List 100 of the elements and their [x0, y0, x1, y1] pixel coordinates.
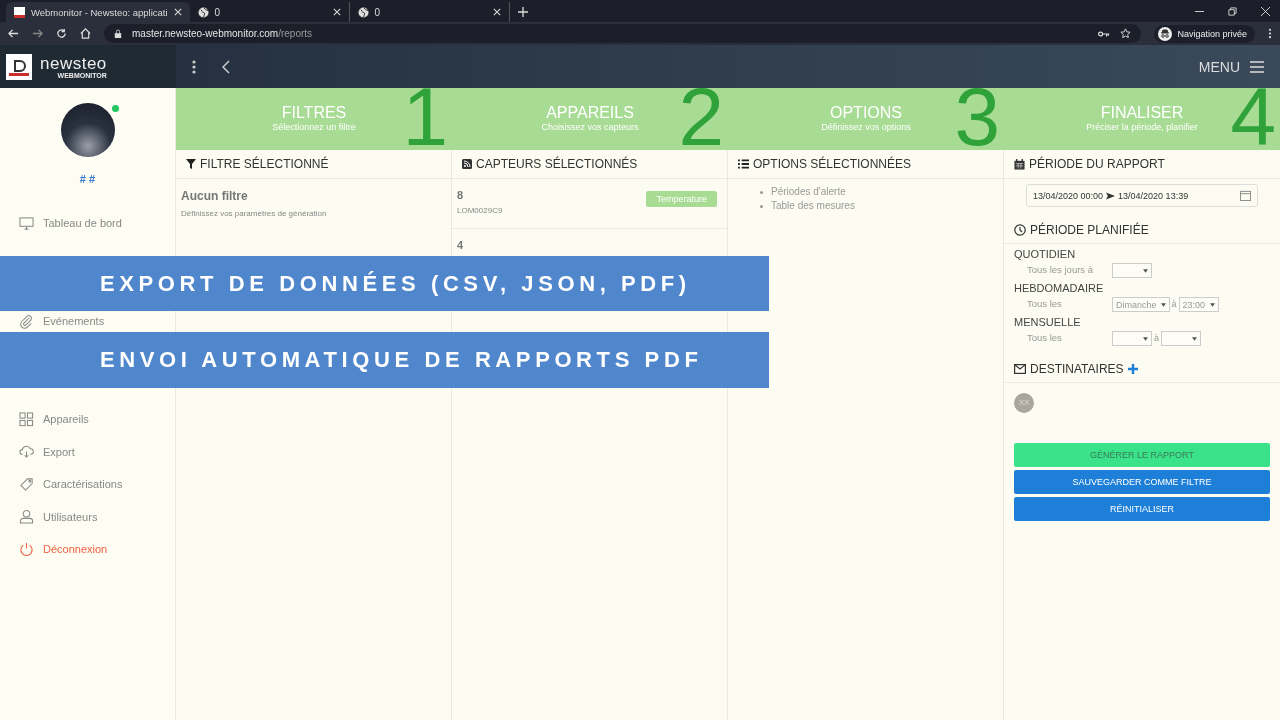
step-subtitle: Définissez vos options: [821, 122, 911, 132]
avatar: [60, 103, 115, 157]
sidebar-item[interactable]: Export: [0, 441, 175, 462]
new-tab-icon[interactable]: [517, 7, 528, 17]
dropdown[interactable]: Dimanche: [1112, 297, 1170, 312]
address-field[interactable]: master.newsteo-webmonitor.com/reports: [104, 24, 1142, 43]
sidebar-item[interactable]: Evénements: [0, 311, 175, 331]
user-name: # #: [78, 173, 97, 185]
sensor-name: 4: [457, 239, 464, 251]
logo-icon: [6, 53, 32, 80]
incognito-icon: [1158, 26, 1173, 41]
forward-icon[interactable]: [32, 28, 43, 39]
key-icon[interactable]: [1098, 29, 1111, 38]
step-number: 3: [954, 88, 1000, 150]
home-icon[interactable]: [80, 28, 91, 39]
step-title: FINALISER: [1100, 104, 1184, 122]
step-number: 2: [678, 88, 724, 150]
sidebar-item[interactable]: Déconnexion: [0, 539, 175, 559]
private-browsing-badge[interactable]: Navigation privée: [1154, 24, 1255, 43]
close-tab-icon[interactable]: [332, 8, 341, 16]
filter-name: Aucun filtre: [181, 189, 249, 203]
site-favicon-icon: [14, 6, 25, 18]
kebab-menu-icon[interactable]: [192, 59, 196, 74]
schedule-label: Tous les: [1027, 331, 1063, 344]
schedule-connector: à: [1154, 332, 1159, 345]
section-heading: PÉRIODE DU RAPPORT: [1029, 157, 1165, 171]
logo-name: newsteo: [40, 54, 107, 72]
action-button[interactable]: RÉINITIALISER: [1014, 496, 1270, 521]
restore-icon[interactable]: [1228, 7, 1237, 16]
step-number: 1: [402, 88, 448, 150]
back-chevron-icon[interactable]: [222, 59, 230, 74]
globe-icon: [197, 6, 209, 18]
reload-icon[interactable]: [56, 28, 67, 39]
caption-banner: EXPORT DE DONNÉES (CSV, JSON, PDF): [0, 256, 769, 311]
step-title: APPAREILS: [546, 104, 634, 122]
grid-icon: [19, 411, 34, 427]
schedule-label: Tous les jours à: [1027, 263, 1094, 276]
step-title: FILTRES: [281, 104, 347, 122]
sidebar-item[interactable]: Caractérisations: [0, 474, 175, 494]
section-heading: CAPTEURS SÉLECTIONNÉS: [476, 157, 638, 171]
step-number: 4: [1230, 88, 1276, 150]
filter-hint: Définissez vos paramètres de génération: [181, 209, 328, 218]
step-subtitle: Choisissez vos capteurs: [541, 122, 639, 132]
filter-icon: [186, 159, 196, 169]
wizard-step[interactable]: APPAREILS Choisissez vos capteurs 2: [452, 88, 728, 150]
sensor-code: LOM0029C9: [457, 206, 503, 215]
tag-icon: [19, 476, 34, 492]
schedule-connector: à: [1171, 298, 1177, 311]
caret-icon: [1209, 302, 1215, 307]
sidebar-item[interactable]: Appareils: [0, 409, 175, 429]
caret-icon: [1143, 268, 1148, 273]
schedule-title: QUOTIDIEN: [1014, 248, 1077, 260]
menu-icon: [1250, 60, 1264, 73]
cloud-download-icon: [19, 444, 34, 459]
clock-icon: [1014, 224, 1026, 236]
user-icon: [19, 509, 34, 524]
wizard-step[interactable]: OPTIONS Définissez vos options 3: [728, 88, 1004, 150]
power-icon: [19, 541, 34, 557]
browser-tab[interactable]: Webmonitor - Newsteo: applicati: [6, 2, 190, 22]
option-item: Table des mesures: [771, 199, 855, 213]
wizard-step[interactable]: FILTRES Sélectionnez un filtre 1: [176, 88, 452, 150]
menu-button[interactable]: MENU: [1198, 58, 1264, 75]
back-icon[interactable]: [8, 28, 19, 39]
add-icon[interactable]: [1127, 364, 1138, 374]
globe-icon: [357, 6, 369, 18]
dropdown[interactable]: 23:00: [1178, 297, 1219, 312]
schedule-title: HEBDOMADAIRE: [1014, 282, 1105, 294]
caption-banner: ENVOI AUTOMATIQUE DE RAPPORTS PDF: [0, 332, 769, 388]
section-heading: PÉRIODE PLANIFIÉE: [1030, 223, 1149, 237]
sidebar-item[interactable]: Tableau de bord: [0, 213, 175, 233]
action-button[interactable]: GÉNÉRER LE RAPPORT: [1014, 442, 1270, 467]
caret-icon: [1143, 336, 1148, 341]
more-icon[interactable]: [1268, 28, 1272, 39]
sensor-name: 8: [457, 189, 465, 201]
wizard-step[interactable]: FINALISER Préciser la période, planifier 4: [1004, 88, 1280, 150]
action-button[interactable]: SAUVEGARDER COMME FILTRE: [1014, 469, 1270, 494]
calendar-icon: [1014, 158, 1025, 170]
list-icon: [738, 159, 749, 169]
section-heading: OPTIONS SÉLECTIONNÉES: [753, 157, 912, 171]
lock-icon: [114, 28, 122, 39]
option-item: Périodes d'alerte: [771, 185, 846, 199]
close-tab-icon[interactable]: [492, 8, 501, 16]
sidebar-item[interactable]: Utilisateurs: [0, 506, 175, 527]
calendar-icon[interactable]: [1240, 190, 1251, 201]
date-range-field[interactable]: 13/04/2020 00:00 13/04/2020 13:39: [1026, 184, 1258, 207]
monitor-icon: [19, 215, 34, 231]
close-tab-icon[interactable]: [173, 8, 182, 16]
section-heading: DESTINATAIRES: [1030, 362, 1124, 376]
step-title: OPTIONS: [830, 104, 902, 122]
section-heading: FILTRE SÉLECTIONNÉ: [200, 157, 329, 171]
rss-icon: [462, 159, 472, 169]
sensor-type-tag: Temperature: [646, 191, 717, 207]
envelope-icon: [1014, 364, 1026, 374]
paperclip-icon: [19, 313, 34, 329]
close-window-icon[interactable]: [1261, 7, 1270, 16]
step-subtitle: Préciser la période, planifier: [1086, 122, 1198, 132]
schedule-label: Tous les: [1027, 297, 1063, 310]
star-icon[interactable]: [1120, 28, 1132, 39]
arrow-icon: [1106, 191, 1116, 200]
schedule-title: MENSUELLE: [1014, 316, 1082, 328]
